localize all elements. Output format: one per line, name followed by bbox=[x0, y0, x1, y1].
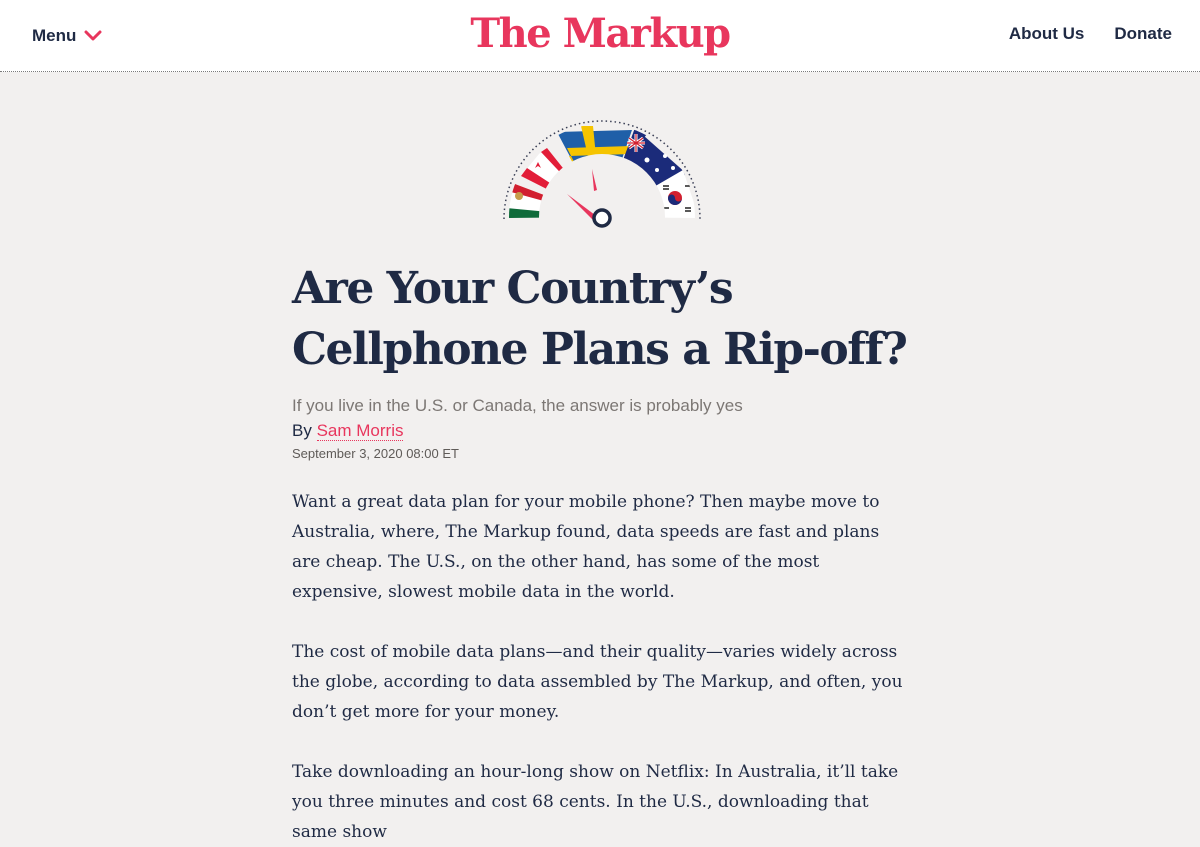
article: Are Your Country’s Cellphone Plans a Rip… bbox=[292, 258, 912, 847]
nav-about-us-link[interactable]: About Us bbox=[1009, 24, 1085, 44]
body-paragraph: Take downloading an hour-long show on Ne… bbox=[292, 762, 899, 842]
hero-gauge-illustration bbox=[503, 120, 701, 228]
byline-prefix: By bbox=[292, 421, 312, 440]
article-dek: If you live in the U.S. or Canada, the a… bbox=[292, 396, 743, 415]
top-nav: About Us Donate bbox=[1009, 24, 1172, 44]
author-link[interactable]: Sam Morris bbox=[316, 421, 404, 441]
site-header: Menu The Markup About Us Donate bbox=[0, 0, 1200, 72]
publish-date: September 3, 2020 08:00 ET bbox=[292, 446, 459, 461]
gauge-pivot-icon bbox=[592, 208, 612, 228]
body-paragraph: The cost of mobile data plans—and their … bbox=[292, 642, 903, 722]
article-headline: Are Your Country’s Cellphone Plans a Rip… bbox=[292, 263, 908, 375]
body-paragraph: Want a great data plan for your mobile p… bbox=[292, 492, 880, 602]
article-body: Want a great data plan for your mobile p… bbox=[292, 487, 912, 847]
nav-donate-link[interactable]: Donate bbox=[1114, 24, 1172, 44]
byline: By Sam Morris bbox=[292, 421, 912, 441]
